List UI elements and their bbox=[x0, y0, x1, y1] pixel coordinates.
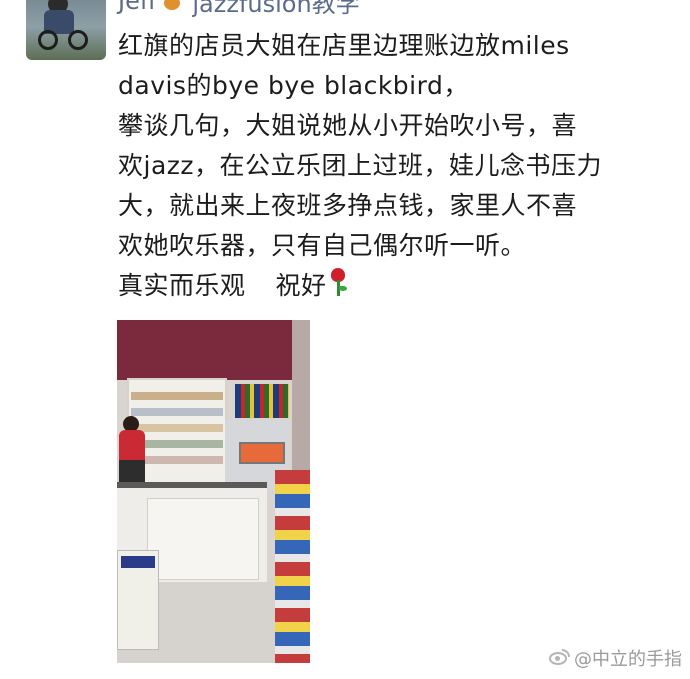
avatar-wheel bbox=[68, 30, 88, 50]
author-line: Jeff jazzfusion教学 bbox=[118, 0, 360, 18]
post-line: 大，就出来上夜班多挣点钱，家里人不喜 bbox=[118, 191, 578, 220]
post-line: 欢jazz，在公立乐团上过班，娃儿念书压力 bbox=[118, 151, 603, 180]
photo-hotdog-machine bbox=[239, 442, 285, 464]
author-tag: jazzfusion教学 bbox=[192, 0, 360, 18]
guitar-icon bbox=[162, 0, 186, 12]
photo-wall bbox=[117, 320, 292, 380]
photo-shelf-row bbox=[131, 424, 223, 432]
post-line: 红旗的店员大姐在店里边理账边放miles bbox=[118, 31, 570, 60]
photo-bin-top bbox=[121, 556, 155, 568]
post-last-line: 真实而乐观 祝好 bbox=[118, 266, 678, 306]
post-line: 攀谈几句，大姐说她从小开始吹小号，喜 bbox=[118, 111, 578, 140]
post-closing-a: 真实而乐观 bbox=[118, 271, 246, 300]
watermark-text: @中立的手指 bbox=[574, 649, 682, 670]
post-line: 欢她吹乐器，只有自己偶尔听一听。 bbox=[118, 231, 527, 260]
rose-icon bbox=[327, 268, 349, 298]
author-name[interactable]: Jeff bbox=[118, 0, 156, 15]
photo-snack-rack-right bbox=[275, 470, 310, 663]
weibo-icon bbox=[548, 649, 570, 667]
watermark: @中立的手指 bbox=[548, 645, 682, 671]
post-screenshot: Jeff jazzfusion教学 红旗的店员大姐在店里边理账边放miles d… bbox=[0, 0, 690, 679]
avatar-wheel bbox=[38, 30, 58, 50]
post-line: davis的bye bye blackbird， bbox=[118, 71, 469, 100]
photo-shelf-row bbox=[131, 408, 223, 416]
post-closing-b: 祝好 bbox=[275, 271, 327, 300]
photo-counter-front bbox=[147, 498, 259, 580]
post-photo[interactable] bbox=[117, 320, 310, 663]
photo-drinks bbox=[235, 384, 289, 418]
photo-shelf-row bbox=[131, 392, 223, 400]
avatar[interactable] bbox=[26, 0, 106, 60]
post-text: 红旗的店员大姐在店里边理账边放miles davis的bye bye black… bbox=[118, 26, 678, 306]
